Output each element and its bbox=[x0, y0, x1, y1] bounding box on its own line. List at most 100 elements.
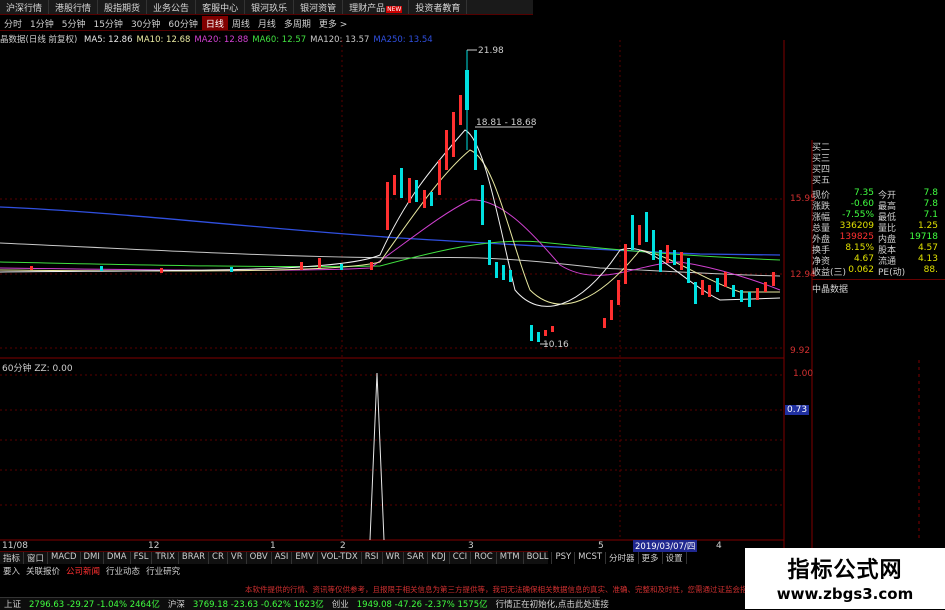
quote-k: 涨幅 bbox=[812, 213, 831, 223]
indicator-tab[interactable]: MACD bbox=[48, 552, 81, 564]
candlesticks bbox=[30, 50, 775, 342]
quote-v1: 0.062 bbox=[848, 265, 874, 275]
quote-v1: 4.67 bbox=[853, 254, 874, 264]
indicator-tab[interactable]: CR bbox=[209, 552, 228, 564]
quote-row: 换手 8.15% 股本 4.57 bbox=[812, 243, 945, 256]
quote-v2: 88. bbox=[923, 265, 938, 275]
status-segment: 1949.08 -47.26 -2.37% 1575亿 bbox=[356, 600, 488, 610]
indicator-tabs: 指标 窗口 MACD DMI DMA FSL TRIX BRAR CR VR OBV ASI EMV VO… bbox=[0, 551, 687, 564]
quote-k: 涨跌 bbox=[812, 202, 831, 212]
x-axis-label: 12 bbox=[148, 541, 160, 551]
x-axis-label: 1 bbox=[270, 541, 276, 551]
quote-panel: 买二 买三 买四 买五 现价 7.35 今开 7.8 涨跌 -0.60 最高 7.8 涨幅 -7.55%… bbox=[812, 140, 945, 295]
index-status-bar: 上证 2796.63 -29.27 -1.04% 2464亿 沪深 3769.18 -… bbox=[0, 597, 609, 610]
quote-v1: 336209 bbox=[839, 221, 874, 231]
quote-k2: PE(动) bbox=[878, 268, 906, 278]
indicator-tab[interactable]: SAR bbox=[404, 552, 429, 564]
order-book-row: 买四 bbox=[812, 165, 831, 175]
quote-k: 换手 bbox=[812, 246, 831, 256]
status-segment: 创业 bbox=[331, 600, 349, 610]
order-book-row: 买三 bbox=[812, 154, 831, 164]
indicator-title: 60分钟 ZZ: 0.00 bbox=[2, 364, 73, 374]
quote-k: 总量 bbox=[812, 224, 831, 234]
indicator-tab[interactable]: 窗口 bbox=[24, 552, 49, 564]
x-axis-label: 2 bbox=[340, 541, 346, 551]
x-axis-label: 3 bbox=[468, 541, 474, 551]
quote-v1: 139825 bbox=[839, 232, 874, 242]
stock-chart[interactable] bbox=[0, 0, 945, 609]
indicator-tab[interactable]: TRIX bbox=[152, 552, 179, 564]
zz-indicator-line bbox=[369, 372, 385, 541]
indicator-tab[interactable]: ROC bbox=[471, 552, 497, 564]
function-tab[interactable]: 要入 bbox=[0, 565, 23, 577]
high-price-label: 21.98 bbox=[478, 46, 504, 56]
indicator-tab[interactable]: EMV bbox=[292, 552, 318, 564]
indicator-cursor-value: 0.73 bbox=[785, 405, 810, 415]
indicator-tab[interactable]: BOLL bbox=[524, 552, 553, 564]
indicator-tab[interactable]: BRAR bbox=[179, 552, 210, 564]
indicator-axis-label: 1.00 bbox=[793, 369, 814, 379]
quote-k2: 最低 bbox=[878, 213, 897, 223]
indicator-tab[interactable]: RSI bbox=[362, 552, 383, 564]
x-axis-label: 11/08 bbox=[2, 541, 28, 551]
indicator-tab[interactable]: FSL bbox=[131, 552, 153, 564]
watermark: 指标公式网 www.zbgs3.com bbox=[745, 548, 945, 609]
quote-row: 总量 336209 量比 1.25 bbox=[812, 221, 945, 234]
status-segment: 沪深 bbox=[167, 600, 185, 610]
indicator-tab[interactable]: 指标 bbox=[0, 552, 25, 564]
function-tab[interactable]: 关联报价 bbox=[23, 565, 63, 577]
quote-v1: 8.15% bbox=[845, 243, 874, 253]
indicator-tab[interactable]: PSY bbox=[552, 552, 576, 564]
function-tabs: 要入 关联报价 公司新闻 行业动态 行业研究 bbox=[0, 565, 180, 577]
indicator-tab[interactable]: WR bbox=[383, 552, 404, 564]
indicator-tab[interactable]: 分时器 bbox=[606, 552, 639, 564]
quote-tab[interactable]: 中晶数据 bbox=[812, 279, 945, 295]
indicator-tab[interactable]: MCST bbox=[575, 552, 607, 564]
quote-k2: 内盘 bbox=[878, 235, 897, 245]
indicator-tab[interactable]: 更多 bbox=[639, 552, 663, 564]
status-segment[interactable]: 行情正在初始化,点击此处连接 bbox=[492, 598, 613, 610]
quote-k: 现价 bbox=[812, 191, 831, 201]
quote-v2: 7.1 bbox=[923, 210, 938, 220]
watermark-title: 指标公式网 bbox=[787, 558, 903, 583]
quote-v2: 7.8 bbox=[923, 199, 938, 209]
indicator-tab[interactable]: 设置 bbox=[663, 552, 687, 564]
indicator-tab[interactable]: DMI bbox=[81, 552, 104, 564]
status-segment: 3769.18 -23.63 -0.62% 1623亿 bbox=[192, 600, 324, 610]
quote-v2: 19718 bbox=[909, 232, 938, 242]
price-axis-label: 9.92 bbox=[790, 346, 811, 356]
indicator-tab[interactable]: VR bbox=[228, 552, 247, 564]
quote-v2: 4.57 bbox=[917, 243, 938, 253]
order-book-row: 买二 bbox=[812, 143, 831, 153]
quote-k: 收益(三) bbox=[812, 268, 847, 278]
indicator-tab[interactable]: DMA bbox=[104, 552, 131, 564]
quote-v2: 7.8 bbox=[923, 188, 938, 198]
indicator-tab[interactable]: VOL-TDX bbox=[318, 552, 362, 564]
indicator-tab[interactable]: KDJ bbox=[428, 552, 450, 564]
function-tab[interactable]: 行业动态 bbox=[103, 565, 143, 577]
ma5-line bbox=[0, 129, 781, 307]
quote-k2: 股本 bbox=[878, 246, 897, 256]
quote-row: 收益(三) 0.062 PE(动) 88. bbox=[812, 265, 945, 278]
function-tab[interactable]: 公司新闻 bbox=[63, 565, 103, 577]
quote-k2: 今开 bbox=[878, 191, 897, 201]
quote-k: 外盘 bbox=[812, 235, 831, 245]
quote-v1: 7.35 bbox=[853, 188, 874, 198]
range-label: 18.81 - 18.68 bbox=[476, 118, 537, 128]
x-axis-label: 4 bbox=[716, 541, 722, 551]
quote-row: 涨幅 -7.55% 最低 7.1 bbox=[812, 210, 945, 223]
quote-k2: 流通 bbox=[878, 257, 897, 267]
indicator-tab[interactable]: ASI bbox=[272, 552, 293, 564]
status-segment: 2796.63 -29.27 -1.04% 2464亿 bbox=[29, 600, 160, 610]
quote-v1: -7.55% bbox=[842, 210, 874, 220]
quote-row: 现价 7.35 今开 7.8 bbox=[812, 188, 945, 201]
status-segment: 上证 bbox=[4, 600, 22, 610]
indicator-tab[interactable]: CCI bbox=[450, 552, 472, 564]
indicator-tab[interactable]: OBV bbox=[247, 552, 272, 564]
quote-v2: 1.25 bbox=[917, 221, 938, 231]
function-tab[interactable]: 行业研究 bbox=[143, 565, 183, 577]
quote-row: 外盘 139825 内盘 19718 bbox=[812, 232, 945, 245]
quote-v2: 4.13 bbox=[917, 254, 938, 264]
indicator-tab[interactable]: MTM bbox=[497, 552, 524, 564]
quote-v1: -0.60 bbox=[850, 199, 874, 209]
